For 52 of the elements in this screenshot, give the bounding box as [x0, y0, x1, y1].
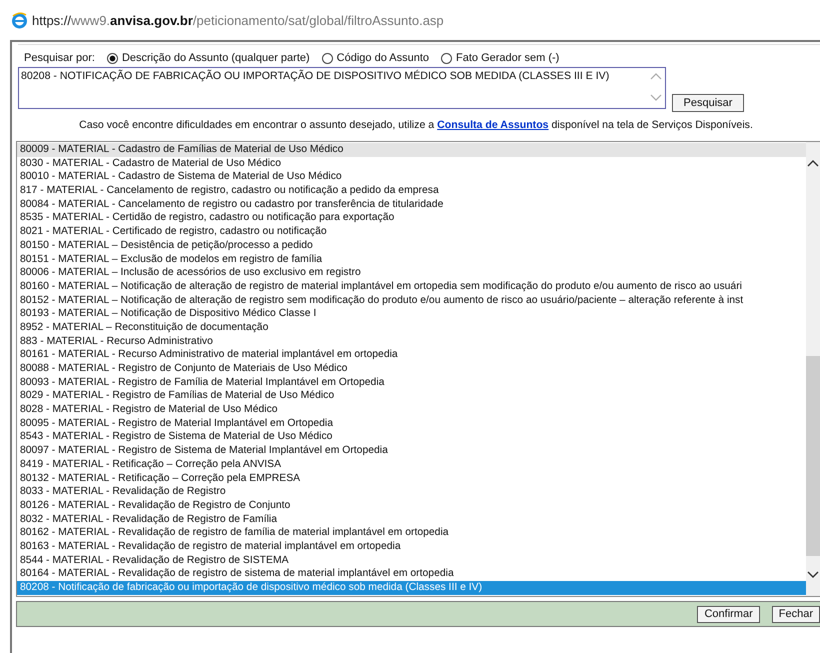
list-item[interactable]: 817 - MATERIAL - Cancelamento de registro, cadastro ou notificação a pedido da empresa — [17, 184, 806, 198]
list-item[interactable]: 80132 - MATERIAL - Retificação – Correção pela EMPRESA — [17, 472, 806, 486]
list-item[interactable]: 80095 - MATERIAL - Registro de Material Implantável em Ortopedia — [17, 416, 806, 430]
list-item[interactable]: 80152 - MATERIAL – Notificação de alteração de registro sem modificação do produto e/ou aumento de risco ao usuário/paciente – alteração referente à inst — [17, 294, 806, 308]
address-field[interactable]: https://www9.anvisa.gov.br/peticionamento/sat/global/filtroAssunto.asp — [32, 12, 444, 28]
close-button[interactable]: Fechar — [772, 606, 820, 622]
list-item[interactable]: 80164 - MATERIAL - Revalidação de registro de sistema de material implantável em ortopedia — [17, 567, 806, 581]
radio-label[interactable]: Código do Assunto — [336, 52, 430, 64]
list-item[interactable]: 80010 - MATERIAL - Cadastro de Sistema de Material de Uso Médico — [17, 170, 806, 184]
scrollbar-thumb[interactable] — [806, 356, 820, 556]
subject-list[interactable] — [16, 141, 820, 597]
list-item[interactable]: 80084 - MATERIAL - Cancelamento de registro ou cadastro por transferência de titularidade — [17, 198, 806, 212]
list-item[interactable]: 80163 - MATERIAL - Revalidação de registro de material implantável em ortopedia — [17, 540, 806, 554]
list-item[interactable]: 80009 - MATERIAL - Cadastro de Famílias de Material de Uso Médico — [17, 143, 806, 157]
list-item[interactable]: 8021 - MATERIAL - Certificado de registro, cadastro ou notificação — [17, 225, 806, 239]
list-item[interactable]: 8029 - MATERIAL - Registro de Famílias de Material de Uso Médico — [17, 389, 806, 404]
scroll-down-icon[interactable] — [807, 570, 819, 580]
radio-label[interactable]: Fato Gerador sem (-) — [456, 52, 560, 64]
list-item[interactable]: 80193 - MATERIAL – Notificação de Dispositivo Médico Classe I — [17, 307, 806, 321]
list-item[interactable]: 8032 - MATERIAL - Revalidação de Registro de Família — [17, 512, 806, 526]
list-item[interactable]: 80161 - MATERIAL - Recurso Administrativo de material implantável em ortopedia — [17, 348, 806, 362]
search-text-field[interactable]: 80208 - NOTIFICAÇÃO DE FABRICAÇÃO OU IMPORTAÇÃO DE DISPOSITIVO MÉDICO SOB MEDIDA (CLASSES III E IV) — [18, 67, 666, 109]
search-button[interactable]: Pesquisar — [672, 94, 744, 112]
confirm-button[interactable]: Confirmar — [697, 606, 760, 622]
list-item[interactable]: 8543 - MATERIAL - Registro de Sistema de Material de Uso Médico — [17, 430, 806, 444]
scroll-up-icon[interactable] — [807, 158, 819, 168]
radio-button[interactable] — [106, 52, 118, 64]
list-item[interactable]: 80097 - MATERIAL - Registro de Sistema de Material Implantável em Ortopedia — [17, 444, 806, 458]
list-item[interactable]: 80088 - MATERIAL - Registro de Conjunto de Materiais de Uso Médico — [17, 362, 806, 376]
list-item[interactable]: 8028 - MATERIAL - Registro de Material de Uso Médico — [17, 403, 806, 417]
radio-button[interactable] — [441, 52, 452, 64]
scrollbar[interactable] — [806, 142, 820, 596]
radio-button[interactable] — [322, 52, 333, 64]
list-item[interactable]: 8419 - MATERIAL - Retificação – Correção pela ANVISA — [17, 458, 806, 472]
search-by-label: Pesquisar por: — [24, 52, 95, 64]
list-item[interactable]: 80162 - MATERIAL - Revalidação de registro de família de material implantável em ortopedia — [17, 526, 806, 540]
list-item[interactable]: 8033 - MATERIAL - Revalidação de Registro — [17, 485, 806, 499]
list-item[interactable]: 80006 - MATERIAL – Inclusão de acessórios de uso exclusivo em registro — [17, 266, 806, 280]
list-item[interactable]: 8535 - MATERIAL - Certidão de registro, cadastro ou notificação para exportação — [17, 211, 806, 226]
list-item[interactable]: 8544 - MATERIAL - Revalidação de Registro de SISTEMA — [17, 554, 806, 568]
list-item[interactable]: 8030 - MATERIAL - Cadastro de Material de Uso Médico — [17, 156, 806, 170]
list-item[interactable]: 80150 - MATERIAL – Desistência de petição/processo a pedido — [17, 238, 806, 252]
list-item[interactable]: 8952 - MATERIAL – Reconstituição de documentação — [17, 320, 806, 335]
help-text: Caso você encontre dificuldades em encontrar o assunto desejado, utilize a Consulta de Assuntos disponível na tela de Serviços Disponíveis. — [78, 119, 754, 131]
list-item[interactable]: 80126 - MATERIAL - Revalidação de Registro de Conjunto — [17, 498, 806, 513]
radio-label[interactable]: Descrição do Assunto (qualquer parte) — [122, 52, 310, 64]
list-item[interactable]: 80160 - MATERIAL – Notificação de alteração de registro de material implantável em ortopedia sem modificação do produto e/ou aumento de risco ao usuári — [17, 280, 806, 294]
consult-link[interactable]: Consulta de Assuntos — [437, 119, 549, 131]
list-item[interactable]: 80151 - MATERIAL – Exclusão de modelos em registro de família — [17, 252, 806, 266]
list-item[interactable]: 883 - MATERIAL - Recurso Administrativo — [17, 334, 806, 348]
list-item[interactable]: 80093 - MATERIAL - Registro de Família de Material Implantável em Ortopedia — [17, 376, 806, 390]
browser-logo-icon — [11, 12, 28, 28]
